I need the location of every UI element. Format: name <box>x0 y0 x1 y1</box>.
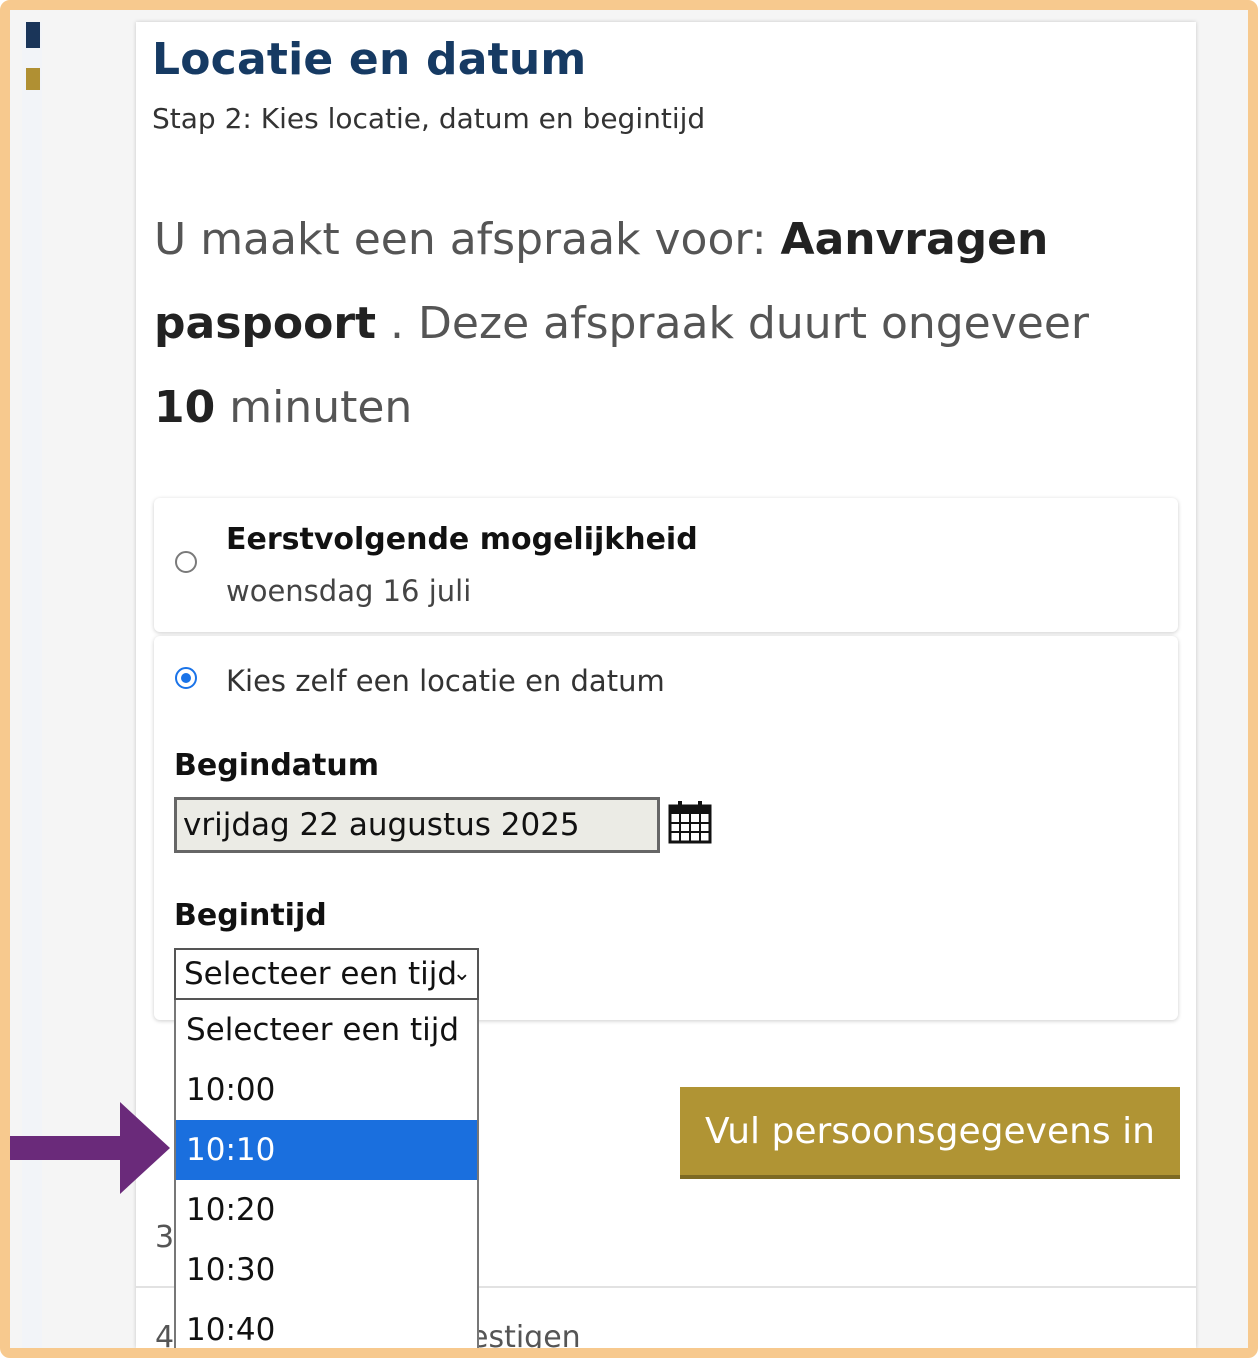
begintijd-select[interactable]: Selecteer een tijd ⌄ <box>174 948 479 1000</box>
calendar-icon[interactable] <box>668 800 712 844</box>
step-4-label: estigen <box>470 1320 581 1355</box>
option-first-date: woensdag 16 juli <box>226 574 472 608</box>
brand-mark-gold <box>26 68 40 90</box>
begindatum-label: Begindatum <box>174 748 380 783</box>
step-4-number: 4 <box>155 1320 175 1355</box>
intro-prefix: U maakt een afspraak voor: <box>154 214 781 265</box>
option-custom-label[interactable]: Kies zelf een locatie en datum <box>226 664 665 698</box>
radio-custom-location[interactable] <box>175 667 197 689</box>
intro-middle: . Deze afspraak duurt ongeveer <box>376 298 1090 349</box>
time-option[interactable]: 10:40 <box>176 1300 477 1356</box>
begintijd-dropdown: Selecteer een tijd 10:00 10:10 10:20 10:… <box>174 1000 479 1358</box>
begintijd-label: Begintijd <box>174 898 327 933</box>
begindatum-input[interactable]: vrijdag 22 augustus 2025 <box>174 797 660 853</box>
option-first-title: Eerstvolgende mogelijkheid <box>226 522 698 557</box>
intro-duration: 10 <box>154 382 216 433</box>
radio-first-available[interactable] <box>175 551 197 573</box>
step-3-label: 3 <box>155 1220 175 1255</box>
time-option[interactable]: 10:00 <box>176 1060 477 1120</box>
appointment-intro: U maakt een afspraak voor: Aanvragen pas… <box>154 198 1164 450</box>
option-first-available[interactable] <box>154 498 1178 632</box>
next-personal-details-button[interactable]: Vul persoonsgegevens in <box>680 1087 1180 1179</box>
intro-suffix: minuten <box>215 382 413 433</box>
page-subtitle: Stap 2: Kies locatie, datum en begintijd <box>152 102 706 135</box>
arrow-right-icon <box>8 1102 170 1194</box>
page-title: Locatie en datum <box>152 34 587 85</box>
brand-mark-navy <box>26 22 40 48</box>
time-option[interactable]: Selecteer een tijd <box>176 1000 477 1060</box>
time-option[interactable]: 10:20 <box>176 1180 477 1240</box>
time-option[interactable]: 10:30 <box>176 1240 477 1300</box>
begintijd-selected-value: Selecteer een tijd <box>184 956 458 992</box>
time-option-highlighted[interactable]: 10:10 <box>176 1120 477 1180</box>
chevron-down-icon: ⌄ <box>452 961 471 986</box>
